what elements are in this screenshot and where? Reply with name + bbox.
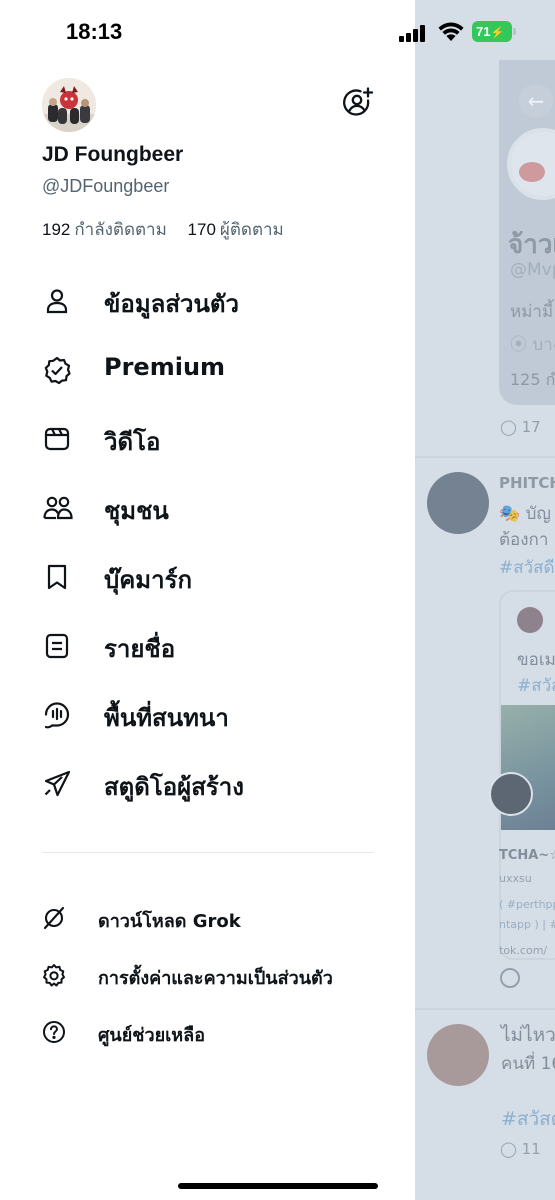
quote-text: ขอเม (517, 650, 555, 670)
post-hashtag: #สวัสด (501, 1108, 555, 1130)
background-profile-bio: หม่ามี้ (510, 302, 554, 322)
quote-caption: tok.com/ (499, 944, 548, 957)
quote-caption: uxxsu (499, 872, 532, 885)
grok-icon (42, 906, 66, 930)
post-text-line: ไม่ไหว (501, 1024, 555, 1046)
drawer-divider (42, 852, 374, 853)
nav-label: ข้อมูลส่วนตัว (104, 290, 239, 318)
communities-icon (42, 493, 73, 523)
nav-item-lists[interactable]: รายชื่อ (0, 613, 415, 682)
background-profile-stat: 125 กำ (510, 370, 555, 389)
nav-label: Premium (104, 353, 226, 381)
post-avatar (427, 1024, 489, 1086)
quote-hashtag: #สวัส (517, 676, 555, 696)
lists-icon (42, 631, 72, 661)
settings-label: ดาวน์โหลด Grok (98, 911, 241, 932)
background-profile-handle: @Mvp (510, 260, 555, 280)
nav-item-spaces[interactable]: พื้นที่สนทนา (0, 682, 415, 751)
quote-caption: ( #perthpp (499, 898, 555, 911)
following-count: 192 (42, 220, 71, 239)
verified-badge-icon (42, 355, 72, 385)
drawer-nav: ข้อมูลส่วนตัว Premium วิดีโอ ชุมชน บุ๊คม… (0, 268, 415, 820)
nav-label: วิดีโอ (104, 428, 161, 456)
reply-count-text: 11 (521, 1140, 541, 1158)
nav-item-bookmarks[interactable]: บุ๊คมาร์ก (0, 544, 415, 613)
post-text-line: ต้องกา (499, 530, 549, 550)
quote-caption: TCHA~☆ (499, 848, 555, 863)
wifi-icon (437, 20, 465, 42)
settings-item-help-center[interactable]: ศูนย์ช่วยเหลือ (0, 1004, 415, 1061)
settings-item-settings-privacy[interactable]: การตั้งค่าและความเป็นส่วนตัว (0, 947, 415, 1004)
divider (415, 1008, 555, 1010)
nav-item-premium[interactable]: Premium (0, 337, 415, 406)
back-arrow-icon: ← (519, 84, 553, 118)
quote-caption: ntapp ) | # (499, 918, 555, 931)
settings-label: ศูนย์ช่วยเหลือ (98, 1025, 206, 1046)
avatar-image (42, 78, 96, 132)
reply-count-text: 17 (521, 418, 541, 436)
post-avatar (427, 472, 489, 534)
following-link[interactable]: 192 กำลังติดตาม (42, 220, 167, 239)
nav-label: บุ๊คมาร์ก (104, 566, 193, 594)
divider (415, 456, 555, 458)
nav-label: ชุมชน (104, 497, 169, 525)
post-text: บัญ (525, 504, 551, 524)
bookmark-icon (42, 562, 72, 592)
side-drawer: JD Foungbeer @JDFoungbeer 192 กำลังติดตาม… (0, 0, 415, 1200)
reply-count: ◯ 17 (500, 418, 541, 436)
following-label: กำลังติดตาม (74, 220, 167, 239)
add-account-icon[interactable] (341, 86, 375, 120)
user-handle: @JDFoungbeer (42, 176, 170, 196)
battery-cap (513, 28, 516, 35)
battery-level: 71 (476, 24, 491, 39)
post-username: PHITCH (499, 474, 555, 492)
nav-item-video[interactable]: วิดีโอ (0, 406, 415, 475)
help-icon (42, 1020, 66, 1044)
person-icon (42, 286, 72, 316)
follow-stats: 192 กำลังติดตาม 170 ผู้ติดตาม (42, 216, 300, 243)
post-hashtag: #สวัสดี (499, 558, 555, 578)
background-profile-location: ⦿ บาง (510, 330, 555, 358)
reply-count: ◯ 11 (500, 1140, 541, 1158)
nav-label: พื้นที่สนทนา (104, 704, 229, 732)
home-indicator[interactable] (178, 1183, 378, 1189)
followers-label: ผู้ติดตาม (219, 220, 284, 239)
cellular-signal-icon (399, 24, 429, 42)
post-text-line: 🎭 บัญ (499, 504, 551, 524)
display-name[interactable]: JD Foungbeer (42, 143, 183, 167)
battery-icon: 71⚡ (472, 21, 512, 42)
background-timeline[interactable]: ← จ้าวเ @Mvp หม่ามี้ ⦿ บาง 125 กำ ◯ 17 P… (415, 0, 555, 1200)
background-profile-name: จ้าวเ (508, 229, 555, 259)
nav-item-creator-studio[interactable]: สตูดิโอผู้สร้าง (0, 751, 415, 820)
followers-link[interactable]: 170 ผู้ติดตาม (188, 220, 284, 239)
gear-icon (42, 963, 66, 987)
post-text-line: คนที่ 16 (501, 1054, 555, 1074)
screen: ← จ้าวเ @Mvp หม่ามี้ ⦿ บาง 125 กำ ◯ 17 P… (0, 0, 555, 1200)
nav-label: รายชื่อ (104, 635, 176, 663)
drawer-settings: ดาวน์โหลด Grok การตั้งค่าและความเป็นส่วน… (0, 890, 415, 1061)
rocket-icon (42, 769, 72, 799)
nav-label: สตูดิโอผู้สร้าง (104, 773, 244, 801)
video-icon (42, 424, 72, 454)
avatar[interactable] (42, 78, 96, 132)
quote-avatar (517, 607, 543, 633)
nav-item-communities[interactable]: ชุมชน (0, 475, 415, 544)
followers-count: 170 (187, 220, 216, 239)
settings-item-grok[interactable]: ดาวน์โหลด Grok (0, 890, 415, 947)
reply-icon (500, 968, 520, 988)
quote-image-avatar (489, 772, 533, 816)
nav-item-profile[interactable]: ข้อมูลส่วนตัว (0, 268, 415, 337)
status-time: 18:13 (66, 19, 123, 44)
settings-label: การตั้งค่าและความเป็นส่วนตัว (98, 968, 333, 989)
spaces-icon (42, 700, 72, 730)
status-bar: 18:13 71⚡ (0, 0, 555, 62)
location-text: บาง (532, 335, 555, 355)
